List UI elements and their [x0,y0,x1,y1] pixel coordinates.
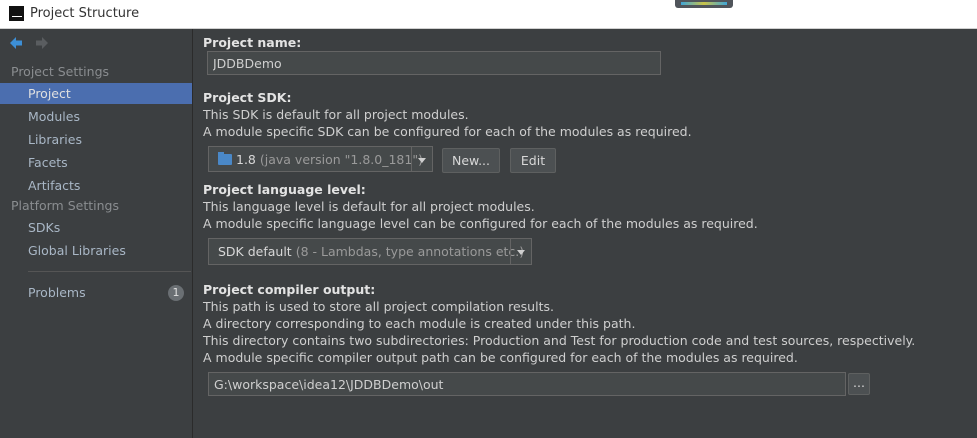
chevron-down-icon[interactable] [510,239,531,264]
language-level-main: SDK default [218,244,292,259]
section-header-platform-settings: Platform Settings [11,198,119,213]
taskbar-preview-widget [675,0,733,8]
language-level-label: Project language level: [203,182,366,197]
sdk-dropdown[interactable]: 1.8 (java version "1.8.0_181") [208,146,433,172]
edit-sdk-button[interactable]: Edit [510,148,556,173]
project-name-input[interactable] [207,51,661,75]
compiler-output-desc-4: A module specific compiler output path c… [203,350,798,365]
sdk-folder-icon [218,152,232,165]
sidebar-item-global-libraries[interactable]: Global Libraries [0,240,192,261]
navigation-buttons [8,34,56,52]
compiler-output-desc-2: A directory corresponding to each module… [203,316,636,331]
browse-button[interactable]: ... [848,373,870,395]
sidebar-item-libraries[interactable]: Libraries [0,129,192,150]
compiler-output-desc-1: This path is used to store all project c… [203,299,554,314]
sidebar-item-sdks[interactable]: SDKs [0,217,192,238]
sdk-version-hint: (java version "1.8.0_181") [259,152,423,167]
sidebar-divider [28,271,191,272]
problems-count-badge: 1 [168,285,184,301]
project-sdk-desc-2: A module specific SDK can be configured … [203,124,692,139]
compiler-output-desc-3: This directory contains two subdirectori… [203,333,916,348]
language-level-desc-2: A module specific language level can be … [203,216,758,231]
title-bar: Project Structure [0,0,977,29]
compiler-output-path-input[interactable] [208,372,846,396]
sidebar-item-facets[interactable]: Facets [0,152,192,173]
sdk-version: 1.8 [236,152,256,167]
intellij-logo-icon [9,6,24,21]
sidebar: Project Settings Project Modules Librari… [0,29,193,438]
main-panel: Project name: Project SDK: This SDK is d… [193,29,977,438]
new-sdk-button[interactable]: New... [442,148,500,173]
project-sdk-desc-1: This SDK is default for all project modu… [203,107,469,122]
language-level-dropdown[interactable]: SDK default (8 - Lambdas, type annotatio… [208,238,532,265]
language-level-desc-1: This language level is default for all p… [203,199,535,214]
chevron-down-icon[interactable] [411,147,432,171]
back-arrow-icon[interactable] [8,35,24,51]
forward-arrow-icon[interactable] [34,35,50,51]
compiler-output-label: Project compiler output: [203,282,376,297]
section-header-project-settings: Project Settings [11,64,110,79]
sidebar-item-project[interactable]: Project [0,83,192,104]
language-level-hint: (8 - Lambdas, type annotations etc.) [295,244,525,259]
project-name-label: Project name: [203,35,302,50]
window-title: Project Structure [30,6,140,21]
sidebar-item-artifacts[interactable]: Artifacts [0,175,192,196]
project-sdk-label: Project SDK: [203,90,292,105]
sidebar-item-modules[interactable]: Modules [0,106,192,127]
sidebar-item-problems[interactable]: Problems [0,282,192,303]
